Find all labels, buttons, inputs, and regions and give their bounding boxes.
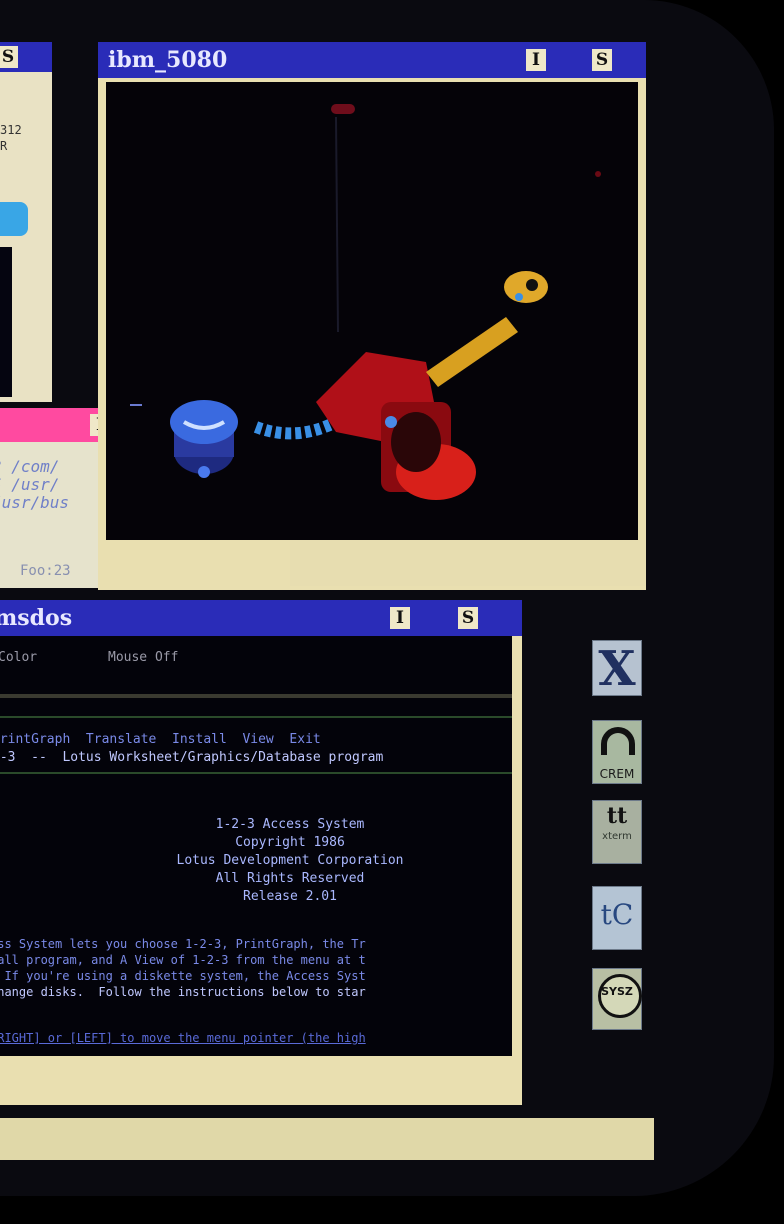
monitor-bezel: S 312 R I 3 /com/ 5 /usr/ /usr/bus Foo:2… xyxy=(0,0,784,1224)
lotus-menu-description: 2-3 -- Lotus Worksheet/Graphics/Database… xyxy=(0,750,384,765)
x-icon: X xyxy=(598,641,636,697)
cable-part xyxy=(253,416,339,440)
sidebar-text-2: R xyxy=(0,139,8,153)
left-window-dark-pane xyxy=(0,247,12,397)
msdos-titlebar[interactable]: msdos xyxy=(0,600,522,636)
banner-line-1: 1-2-3 Access System xyxy=(215,817,365,832)
banner-line-2: Copyright 1986 xyxy=(235,835,345,850)
desktop-bottom-bar[interactable] xyxy=(0,1118,654,1160)
left-window: S 312 R xyxy=(0,42,52,402)
sysz-icon[interactable]: SYSZ xyxy=(592,968,642,1030)
left-window-blue-bar[interactable] xyxy=(0,202,28,236)
tc-glyph-icon: tC xyxy=(600,898,634,931)
msdos-window: msdos I S Color Mouse Off PrintGraph Tra… xyxy=(0,600,522,1105)
msdos-title: msdos xyxy=(0,605,73,631)
ibm-5080-title: ibm_5080 xyxy=(108,47,228,73)
3d-model-render xyxy=(130,104,601,500)
hint-line: [RIGHT] or [LEFT] to move the menu point… xyxy=(0,1031,366,1045)
pink-window: I 3 /com/ 5 /usr/ /usr/bus Foo:23 xyxy=(0,408,112,588)
x-terminal-icon[interactable]: X xyxy=(592,640,642,697)
crem-label: CREM xyxy=(599,767,635,781)
tc-icon[interactable]: tC xyxy=(592,886,642,950)
help-line-4: change disks. Follow the instructions be… xyxy=(0,985,366,999)
pink-text-1: 3 /com/ xyxy=(0,457,60,476)
status-color: Color xyxy=(0,650,38,665)
banner-line-4: All Rights Reserved xyxy=(215,871,365,886)
separator-line-green xyxy=(0,716,512,718)
help-line-2: tall program, and A View of 1-2-3 from t… xyxy=(0,953,366,967)
banner-line-3: Lotus Development Corporation xyxy=(176,853,404,868)
sidebar-text-1: 312 xyxy=(0,123,22,137)
ibm-window-bottom-frame xyxy=(290,540,646,586)
ibm-5080-s-button[interactable]: S xyxy=(592,49,612,71)
highlight-smudge xyxy=(331,104,355,114)
banner-line-5: Release 2.01 xyxy=(243,889,337,904)
pink-window-footer: Foo:23 xyxy=(20,563,71,579)
separator-line xyxy=(0,694,512,698)
tt-sublabel: xterm xyxy=(602,831,632,842)
separator-line-2 xyxy=(0,772,512,774)
crem-icon[interactable]: CREM xyxy=(592,720,642,784)
help-line-1: ess System lets you choose 1-2-3, PrintG… xyxy=(0,937,366,951)
msdos-s-button[interactable]: S xyxy=(458,607,478,629)
msdos-terminal[interactable]: Color Mouse Off PrintGraph Translate Ins… xyxy=(0,636,512,1056)
help-line-3: If you're using a diskette system, the A… xyxy=(0,969,366,983)
tt-xterm-icon[interactable]: tt xterm xyxy=(592,800,642,864)
pink-text-2: 5 /usr/ xyxy=(0,475,60,494)
sysz-label: SYSZ xyxy=(601,985,633,998)
msdos-i-button[interactable]: I xyxy=(390,607,410,629)
tt-icon: tt xyxy=(606,803,628,829)
ibm-5080-window: ibm_5080 I S xyxy=(98,42,646,590)
ibm-5080-titlebar[interactable]: ibm_5080 xyxy=(98,42,646,78)
ibm-5080-i-button[interactable]: I xyxy=(526,49,546,71)
crem-arc-icon xyxy=(601,727,635,755)
guide-line xyxy=(335,116,339,333)
status-mouse: Mouse Off xyxy=(108,650,179,665)
pink-window-text: 3 /com/ 5 /usr/ /usr/bus xyxy=(0,458,69,512)
render-viewport[interactable] xyxy=(106,82,638,540)
pink-text-3: /usr/bus xyxy=(0,493,70,512)
x-desktop: S 312 R I 3 /com/ 5 /usr/ /usr/bus Foo:2… xyxy=(0,0,774,1196)
faint-dot xyxy=(595,171,601,177)
left-window-sidebar-text: 312 R xyxy=(0,122,22,154)
yellow-arm-part xyxy=(426,271,548,387)
lotus-menu-bar[interactable]: PrintGraph Translate Install View Exit xyxy=(0,732,321,748)
blue-disc-part xyxy=(170,400,238,478)
left-window-s-button[interactable]: S xyxy=(0,46,18,68)
